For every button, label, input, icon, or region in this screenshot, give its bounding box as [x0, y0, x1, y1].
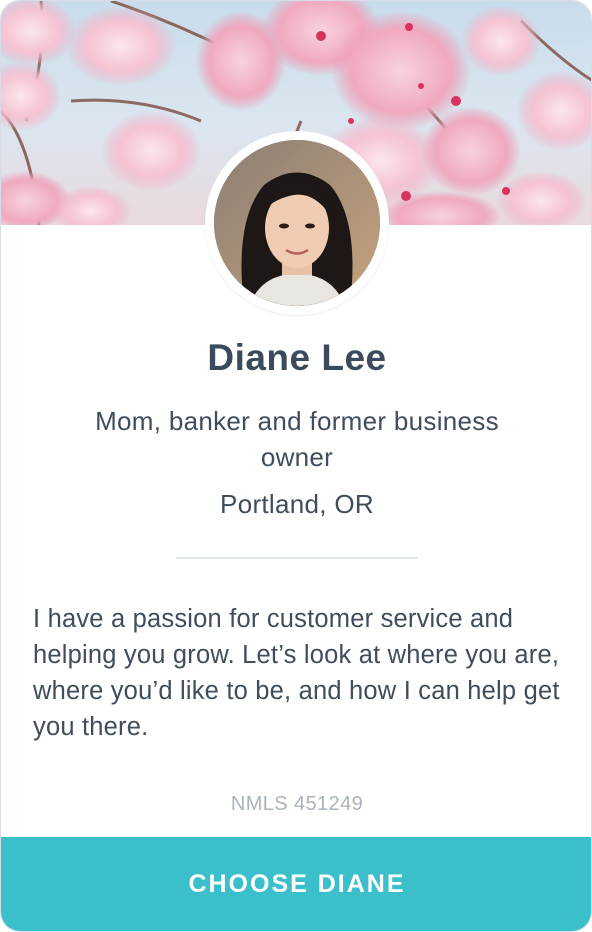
person-portrait-image — [214, 140, 380, 306]
choose-button[interactable]: CHOOSE DIANE — [1, 837, 591, 931]
nmls-number: NMLS 451249 — [230, 793, 364, 815]
profile-name: Diane Lee — [207, 337, 387, 378]
profile-tagline: Mom, banker and former business owner — [95, 406, 499, 472]
avatar-photo — [214, 140, 380, 306]
avatar — [205, 131, 389, 315]
profile-card: Diane Lee Mom, banker and former busines… — [0, 0, 592, 932]
profile-bio: I have a passion for customer service an… — [33, 605, 560, 741]
profile-location: Portland, OR — [220, 489, 374, 519]
divider — [176, 557, 418, 559]
